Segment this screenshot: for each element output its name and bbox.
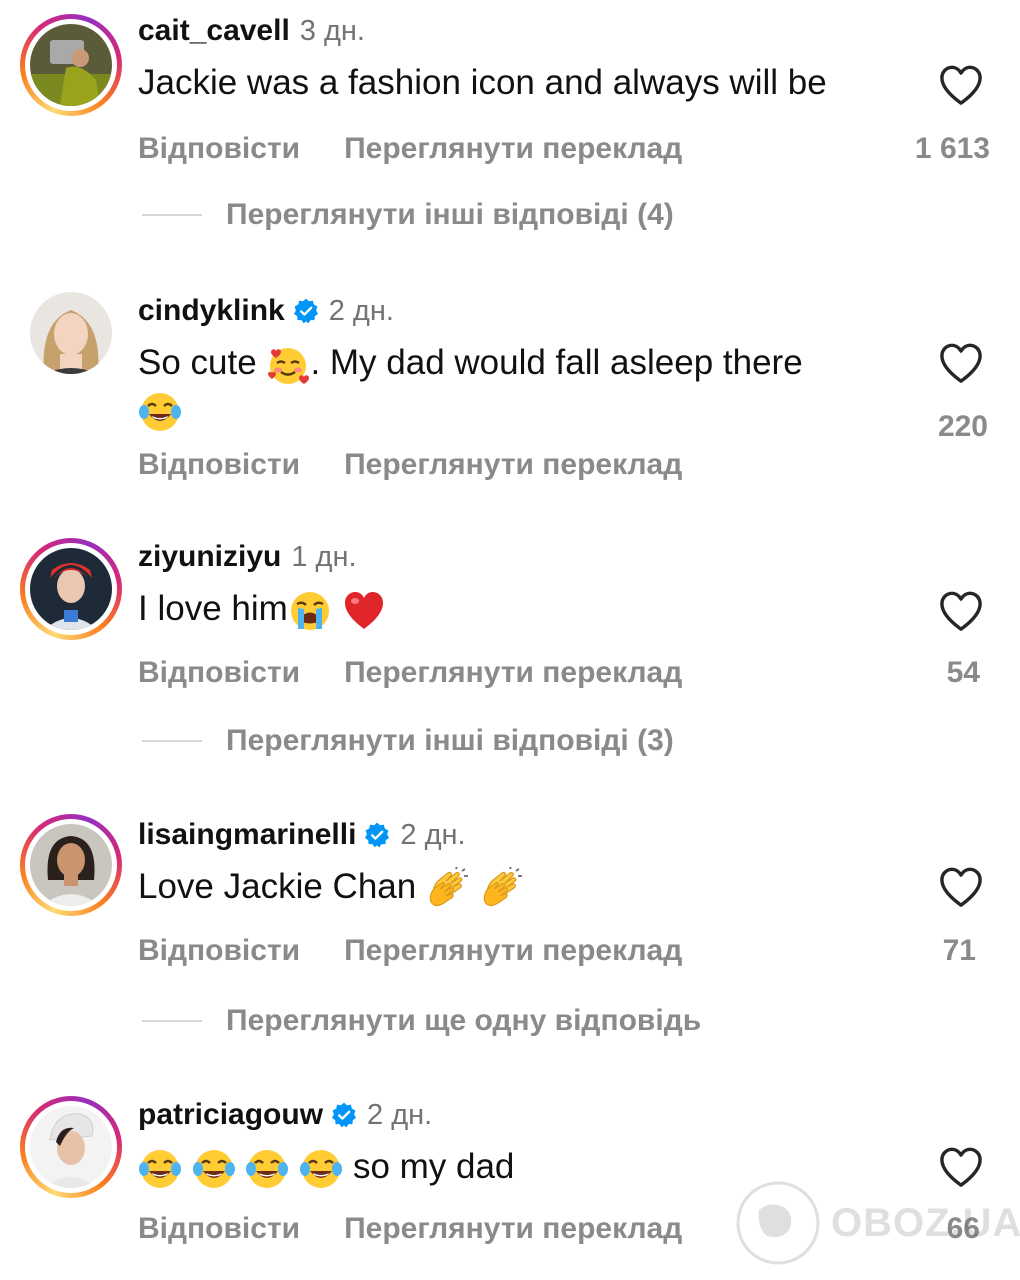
comment-text: Jackie was a fashion icon and always wil… [138, 63, 827, 102]
loudly-crying-face-icon [288, 589, 332, 633]
reply-button[interactable]: Відповісти [138, 132, 300, 166]
clapping-hands-icon [426, 867, 470, 911]
view-more-replies-button[interactable]: Переглянути інші відповіді (4) [142, 198, 674, 232]
comment-text: So cute . My dad would fall asleep there [138, 340, 918, 434]
divider [142, 1020, 202, 1022]
divider [142, 740, 202, 742]
username[interactable]: cindyklink [138, 294, 285, 328]
verified-badge-icon [331, 1102, 357, 1128]
like-count[interactable]: 71 [943, 934, 976, 968]
comment-time: 1 дн. [291, 540, 357, 573]
comment-time: 3 дн. [299, 14, 365, 47]
view-more-replies-label: Переглянути ще одну відповідь [226, 1004, 702, 1037]
comment-time: 2 дн. [328, 294, 394, 327]
comment-text-part: . My dad would fall asleep there [310, 343, 803, 382]
face-with-tears-of-joy-icon [299, 1147, 343, 1191]
reply-button[interactable]: Відповісти [138, 1212, 300, 1246]
face-with-tears-of-joy-icon [245, 1147, 289, 1191]
watermark-text: OBOZ.UA [831, 1200, 1020, 1245]
divider [142, 214, 202, 216]
view-more-replies-label: Переглянути інші відповіді (3) [226, 724, 674, 757]
comment-text: Love Jackie Chan [138, 864, 524, 911]
view-translation-button[interactable]: Переглянути переклад [344, 448, 682, 482]
face-with-tears-of-joy-icon [138, 1147, 182, 1191]
comment-text: so my dad [138, 1144, 514, 1191]
heart-icon[interactable] [938, 342, 984, 384]
username[interactable]: patriciagouw [138, 1098, 323, 1132]
red-heart-icon [342, 589, 386, 633]
comment-text-part: so my dad [352, 1147, 515, 1186]
reply-button[interactable]: Відповісти [138, 934, 300, 968]
comment-text-part: I love him [138, 589, 288, 628]
view-more-replies-label: Переглянути інші відповіді (4) [226, 198, 674, 231]
username[interactable]: ziyuniziyu [138, 540, 281, 574]
globe-logo-icon [736, 1181, 820, 1265]
view-translation-button[interactable]: Переглянути переклад [344, 656, 682, 690]
view-translation-button[interactable]: Переглянути переклад [344, 1212, 682, 1246]
smiling-face-with-hearts-icon [266, 343, 310, 387]
like-count[interactable]: 1 613 [915, 132, 990, 166]
verified-badge-icon [293, 298, 319, 324]
heart-icon[interactable] [938, 590, 984, 632]
comment-text-part: So cute [138, 343, 257, 382]
comment-time: 2 дн. [367, 1098, 433, 1131]
heart-icon[interactable] [938, 64, 984, 106]
username[interactable]: cait_cavell [138, 14, 290, 48]
verified-badge-icon [364, 822, 390, 848]
view-translation-button[interactable]: Переглянути переклад [344, 934, 682, 968]
reply-button[interactable]: Відповісти [138, 448, 300, 482]
clapping-hands-icon [480, 867, 524, 911]
view-more-replies-button[interactable]: Переглянути інші відповіді (3) [142, 724, 674, 758]
like-count[interactable]: 220 [938, 410, 988, 444]
watermark: OBOZ.UA [735, 1180, 1020, 1266]
avatar[interactable] [20, 282, 122, 384]
reply-button[interactable]: Відповісти [138, 656, 300, 690]
like-count[interactable]: 54 [947, 656, 980, 690]
view-translation-button[interactable]: Переглянути переклад [344, 132, 682, 166]
comment-time: 2 дн. [400, 818, 466, 851]
avatar[interactable] [20, 814, 122, 916]
face-with-tears-of-joy-icon [192, 1147, 236, 1191]
comment-text-part: Love Jackie Chan [138, 867, 417, 906]
heart-icon[interactable] [938, 866, 984, 908]
comment-text: I love him [138, 586, 386, 633]
face-with-tears-of-joy-icon [138, 390, 182, 434]
avatar[interactable] [20, 14, 122, 116]
username[interactable]: lisaingmarinelli [138, 818, 356, 852]
view-more-replies-button[interactable]: Переглянути ще одну відповідь [142, 1004, 701, 1038]
avatar[interactable] [20, 1096, 122, 1198]
avatar[interactable] [20, 538, 122, 640]
